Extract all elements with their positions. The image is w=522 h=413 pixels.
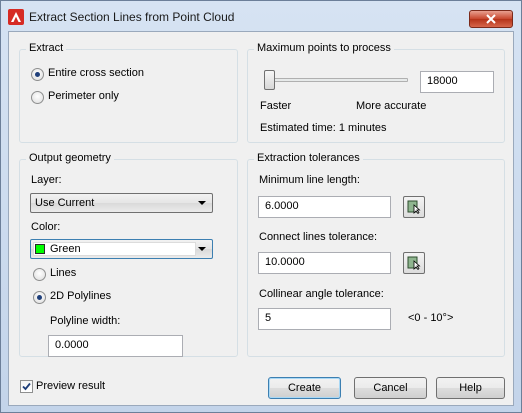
title-bar[interactable]: Extract Section Lines from Point Cloud: [1, 1, 521, 31]
checkmark-icon: [22, 382, 31, 391]
max-points-group-title: Maximum points to process: [254, 42, 394, 54]
cancel-button[interactable]: Cancel: [354, 377, 427, 399]
create-button[interactable]: Create: [268, 377, 341, 399]
estimated-time-text: Estimated time: 1 minutes: [260, 122, 387, 134]
window-title: Extract Section Lines from Point Cloud: [29, 10, 235, 24]
collinear-angle-range-text: <0 - 10°>: [408, 312, 454, 324]
slider-faster-label: Faster: [260, 100, 292, 112]
dialog-window: Extract Section Lines from Point Cloud E…: [0, 0, 522, 413]
entire-cross-section-label[interactable]: Entire cross section: [48, 67, 144, 79]
pick-min-line-length-button[interactable]: [403, 196, 425, 218]
output-geometry-group: Output geometry Layer: Use Current Color…: [19, 152, 238, 357]
perimeter-only-label[interactable]: Perimeter only: [48, 90, 119, 102]
min-line-length-label: Minimum line length:: [259, 174, 360, 186]
extraction-tolerances-group: Extraction tolerances Minimum line lengt…: [247, 152, 505, 357]
pick-point-icon: [407, 256, 421, 270]
extraction-tolerances-group-title: Extraction tolerances: [254, 152, 363, 164]
close-icon: [486, 14, 496, 24]
min-line-length-input[interactable]: 6.0000: [258, 196, 391, 218]
lines-radio[interactable]: [33, 268, 46, 281]
color-label: Color:: [31, 221, 61, 233]
connect-lines-tolerance-label: Connect lines tolerance:: [259, 231, 378, 243]
layer-dropdown-value: Use Current: [35, 197, 95, 209]
entire-cross-section-radio[interactable]: [31, 68, 44, 81]
color-dropdown[interactable]: Green: [30, 239, 213, 259]
pick-point-icon: [407, 200, 421, 214]
perimeter-only-radio[interactable]: [31, 91, 44, 104]
chevron-down-icon: [198, 247, 206, 251]
points-slider-track[interactable]: [264, 78, 408, 82]
autocad-logo-icon: [8, 9, 24, 25]
close-button[interactable]: [469, 10, 513, 28]
extract-group-title: Extract: [26, 42, 67, 54]
connect-lines-tolerance-input[interactable]: 10.0000: [258, 252, 391, 274]
preview-result-label[interactable]: Preview result: [36, 380, 105, 392]
chevron-down-icon: [198, 201, 206, 205]
help-button[interactable]: Help: [436, 377, 505, 399]
collinear-angle-tolerance-label: Collinear angle tolerance:: [259, 288, 384, 300]
layer-dropdown[interactable]: Use Current: [30, 193, 213, 213]
slider-more-accurate-label: More accurate: [356, 100, 427, 112]
pick-connect-tolerance-button[interactable]: [403, 252, 425, 274]
layer-label: Layer:: [31, 174, 62, 186]
polyline-width-input[interactable]: 0.0000: [48, 335, 183, 357]
max-points-group: Maximum points to process 18000 Faster M…: [247, 42, 505, 143]
output-geometry-group-title: Output geometry: [26, 152, 114, 164]
2d-polylines-radio[interactable]: [33, 291, 46, 304]
color-dropdown-value: Green: [50, 243, 81, 255]
color-swatch: [35, 244, 45, 254]
2d-polylines-label[interactable]: 2D Polylines: [50, 290, 111, 302]
collinear-angle-tolerance-input[interactable]: 5: [258, 308, 391, 330]
points-slider-thumb[interactable]: [264, 70, 275, 90]
dialog-client-area: Extract Entire cross section Perimeter o…: [8, 31, 514, 406]
max-points-input[interactable]: 18000: [420, 71, 494, 93]
extract-group: Extract Entire cross section Perimeter o…: [19, 42, 238, 143]
polyline-width-label: Polyline width:: [50, 315, 121, 327]
preview-result-checkbox[interactable]: [20, 380, 33, 393]
lines-label[interactable]: Lines: [50, 267, 76, 279]
